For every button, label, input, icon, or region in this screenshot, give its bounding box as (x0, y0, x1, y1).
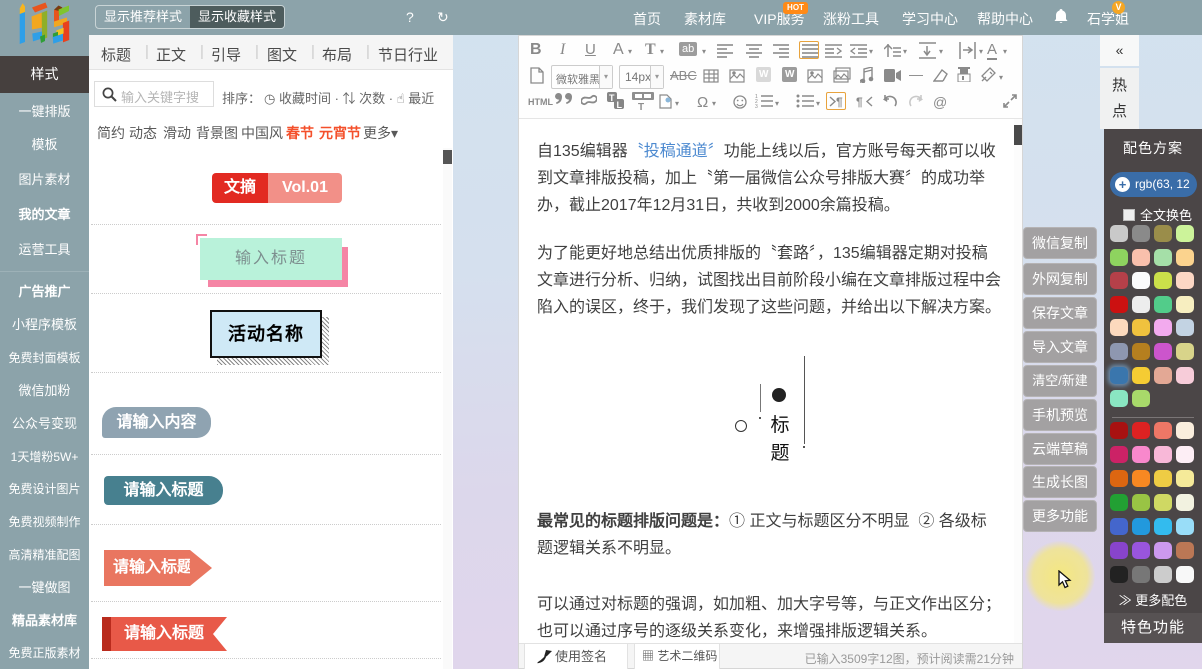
svg-text:L: L (617, 100, 623, 110)
svg-text:T: T (638, 102, 644, 110)
svg-text:3: 3 (755, 104, 758, 109)
svg-text:T: T (609, 93, 615, 103)
svg-text:¶: ¶ (836, 95, 843, 108)
svg-text:¶: ¶ (856, 95, 863, 108)
